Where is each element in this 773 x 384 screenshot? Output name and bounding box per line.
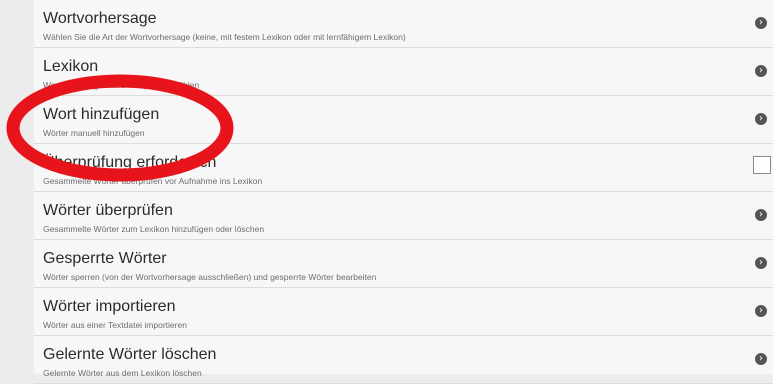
- chevron-right-icon[interactable]: ›: [755, 17, 767, 29]
- chevron-right-icon[interactable]: ›: [755, 209, 767, 221]
- setting-lexikon[interactable]: Lexikon Wortvorhersagelexikon / -sprache…: [34, 48, 773, 96]
- chevron-right-icon[interactable]: ›: [755, 65, 767, 77]
- setting-subtitle: Wählen Sie die Art der Wortvorhersage (k…: [43, 32, 406, 42]
- setting-ueberpruefung-erforderlich[interactable]: Überprüfung erforderlich Gesammelte Wört…: [34, 144, 773, 192]
- chevron-right-icon[interactable]: ›: [755, 305, 767, 317]
- setting-wort-hinzufuegen[interactable]: Wort hinzufügen Wörter manuell hinzufüge…: [34, 96, 773, 144]
- settings-list: Wortvorhersage Wählen Sie die Art der Wo…: [34, 0, 773, 384]
- setting-gelernte-woerter-loeschen[interactable]: Gelernte Wörter löschen Gelernte Wörter …: [34, 336, 773, 384]
- setting-title: Gelernte Wörter löschen: [43, 346, 217, 363]
- setting-title: Lexikon: [43, 58, 99, 75]
- chevron-right-icon[interactable]: ›: [755, 353, 767, 365]
- setting-subtitle: Gelernte Wörter aus dem Lexikon löschen: [43, 368, 202, 378]
- setting-subtitle: Gesammelte Wörter zum Lexikon hinzufügen…: [43, 224, 265, 234]
- chevron-right-icon[interactable]: ›: [755, 257, 767, 269]
- setting-subtitle: Gesammelte Wörter überprüfen vor Aufnahm…: [43, 176, 263, 186]
- setting-subtitle: Wortvorhersagelexikon / -sprache wählen: [43, 80, 200, 90]
- setting-subtitle: Wörter manuell hinzufügen: [43, 128, 145, 138]
- setting-gesperrte-woerter[interactable]: Gesperrte Wörter Wörter sperren (von der…: [34, 240, 773, 288]
- setting-title: Wortvorhersage: [43, 10, 157, 27]
- chevron-right-icon[interactable]: ›: [755, 113, 767, 125]
- setting-title: Wörter überprüfen: [43, 202, 173, 219]
- setting-title: Wort hinzufügen: [43, 106, 160, 123]
- setting-title: Gesperrte Wörter: [43, 250, 167, 267]
- setting-title: Wörter importieren: [43, 298, 176, 315]
- checkbox-icon[interactable]: [753, 156, 771, 174]
- setting-woerter-importieren[interactable]: Wörter importieren Wörter aus einer Text…: [34, 288, 773, 336]
- setting-title: Überprüfung erforderlich: [43, 154, 217, 171]
- setting-woerter-ueberpruefen[interactable]: Wörter überprüfen Gesammelte Wörter zum …: [34, 192, 773, 240]
- setting-subtitle: Wörter sperren (von der Wortvorhersage a…: [43, 272, 377, 282]
- setting-wortvorhersage[interactable]: Wortvorhersage Wählen Sie die Art der Wo…: [34, 0, 773, 48]
- setting-subtitle: Wörter aus einer Textdatei importieren: [43, 320, 187, 330]
